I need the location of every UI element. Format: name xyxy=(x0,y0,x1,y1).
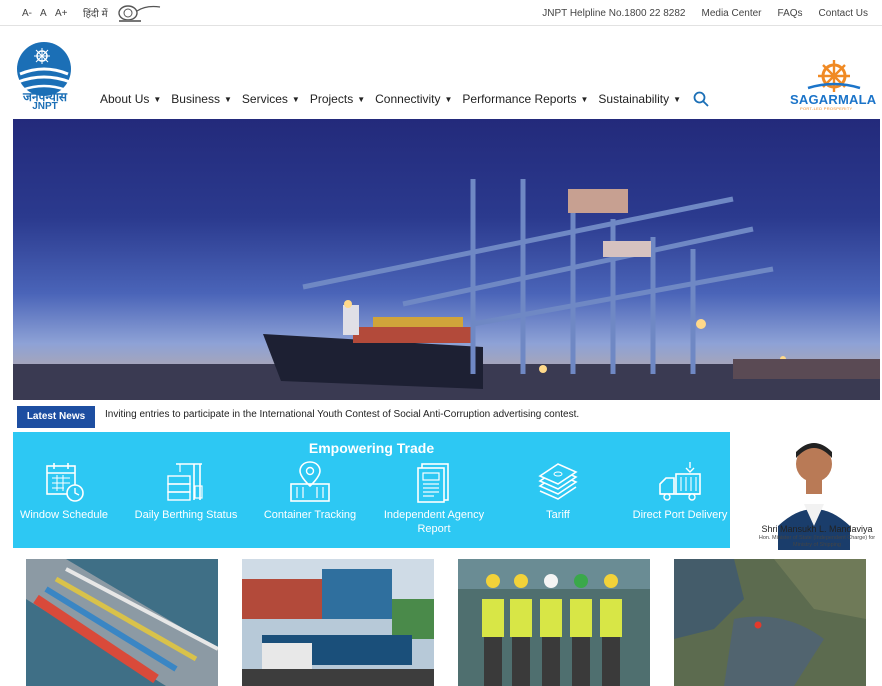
direct-port-delivery-button[interactable]: Direct Port Delivery xyxy=(625,460,735,546)
search-icon[interactable] xyxy=(693,91,709,107)
nav-label: Business xyxy=(171,92,220,106)
container-truck-image xyxy=(242,559,434,686)
tariff-label: Tariff xyxy=(546,509,570,521)
nav-label: Projects xyxy=(309,92,354,106)
sagarmala-text: SAGARMALA xyxy=(790,92,877,107)
caret-down-icon: ▼ xyxy=(153,95,162,104)
nav-performance-reports[interactable]: Performance Reports ▼ xyxy=(462,92,588,106)
top-utility-bar: A- A A+ हिंदी में JNPT Helpline No.1800 … xyxy=(0,0,882,26)
nav-projects[interactable]: Projects ▼ xyxy=(310,92,365,106)
caret-down-icon: ▼ xyxy=(223,95,232,104)
container-location-icon xyxy=(290,461,330,502)
latest-news-ticker: Latest News Inviting entries to particip… xyxy=(13,401,880,431)
hindi-language-link[interactable]: हिंदी में xyxy=(83,6,108,20)
container-tracking-button[interactable]: Container Tracking xyxy=(255,460,365,546)
contact-us-link[interactable]: Contact Us xyxy=(819,8,868,19)
nav-label: Sustainability xyxy=(598,92,670,106)
satellite-map-image xyxy=(674,559,866,686)
caret-down-icon: ▼ xyxy=(673,95,682,104)
money-stack-icon xyxy=(538,463,578,500)
tariff-button[interactable]: Tariff xyxy=(503,460,613,546)
swachh-bharat-emblem-icon xyxy=(118,5,161,22)
empowering-trade-panel: Empowering Trade Window Schedule Daily B… xyxy=(13,432,730,548)
thumbnail-port-aerial[interactable] xyxy=(26,559,218,686)
independent-agency-report-label: Independent Agency Report xyxy=(383,509,485,535)
daily-berthing-status-label: Daily Berthing Status xyxy=(134,509,238,521)
independent-agency-report-button[interactable]: Independent Agency Report xyxy=(379,460,489,546)
minister-name: Shri Mansukh L. Mandaviya xyxy=(761,524,873,534)
port-workers-image xyxy=(458,559,650,686)
nav-label: Performance Reports xyxy=(462,92,577,106)
nav-sustainability[interactable]: Sustainability ▼ xyxy=(598,92,681,106)
font-normal-button[interactable]: A xyxy=(40,8,47,19)
container-tracking-label: Container Tracking xyxy=(263,509,357,521)
crane-containers-icon xyxy=(167,463,203,501)
nav-business[interactable]: Business ▼ xyxy=(171,92,232,106)
thumbnail-container-truck[interactable] xyxy=(242,559,434,686)
nav-label: Services xyxy=(241,92,288,106)
sagarmala-tagline: PORT-LED PROSPERITY xyxy=(800,106,853,111)
truck-container-icon xyxy=(659,462,701,501)
nav-connectivity[interactable]: Connectivity ▼ xyxy=(375,92,452,106)
helpline-link[interactable]: JNPT Helpline No.1800 22 8282 xyxy=(542,8,685,19)
thumbnail-port-workers[interactable] xyxy=(458,559,650,686)
nav-label: Connectivity xyxy=(375,92,441,106)
thumbnail-location-map[interactable] xyxy=(674,559,866,686)
media-center-link[interactable]: Media Center xyxy=(701,8,761,19)
caret-down-icon: ▼ xyxy=(357,95,366,104)
window-schedule-label: Window Schedule xyxy=(19,509,109,521)
caret-down-icon: ▼ xyxy=(444,95,453,104)
latest-news-badge[interactable]: Latest News xyxy=(17,406,95,428)
logo-english-text: JNPT xyxy=(32,101,58,112)
minister-title: Hon. Minister of State (Independent Char… xyxy=(758,535,876,548)
font-increase-button[interactable]: A+ xyxy=(55,8,68,19)
caret-down-icon: ▼ xyxy=(291,95,300,104)
hero-banner[interactable] xyxy=(13,119,880,400)
latest-news-text[interactable]: Inviting entries to participate in the I… xyxy=(105,409,579,420)
window-schedule-button[interactable]: Window Schedule xyxy=(9,460,119,546)
nav-services[interactable]: Services ▼ xyxy=(242,92,300,106)
report-document-icon xyxy=(417,463,449,503)
empowering-trade-title: Empowering Trade xyxy=(308,440,435,456)
caret-down-icon: ▼ xyxy=(580,95,589,104)
direct-port-delivery-label: Direct Port Delivery xyxy=(632,509,728,521)
faqs-link[interactable]: FAQs xyxy=(778,8,803,19)
nav-about-us[interactable]: About Us ▼ xyxy=(100,92,161,106)
main-navigation: About Us ▼ Business ▼ Services ▼ Projects ▼ … xyxy=(100,91,709,107)
port-cranes-illustration xyxy=(13,179,880,400)
nav-label: About Us xyxy=(100,92,150,106)
font-decrease-button[interactable]: A- xyxy=(22,8,32,19)
port-aerial-image xyxy=(26,559,218,686)
calendar-clock-icon xyxy=(46,463,84,502)
daily-berthing-status-button[interactable]: Daily Berthing Status xyxy=(131,460,241,546)
